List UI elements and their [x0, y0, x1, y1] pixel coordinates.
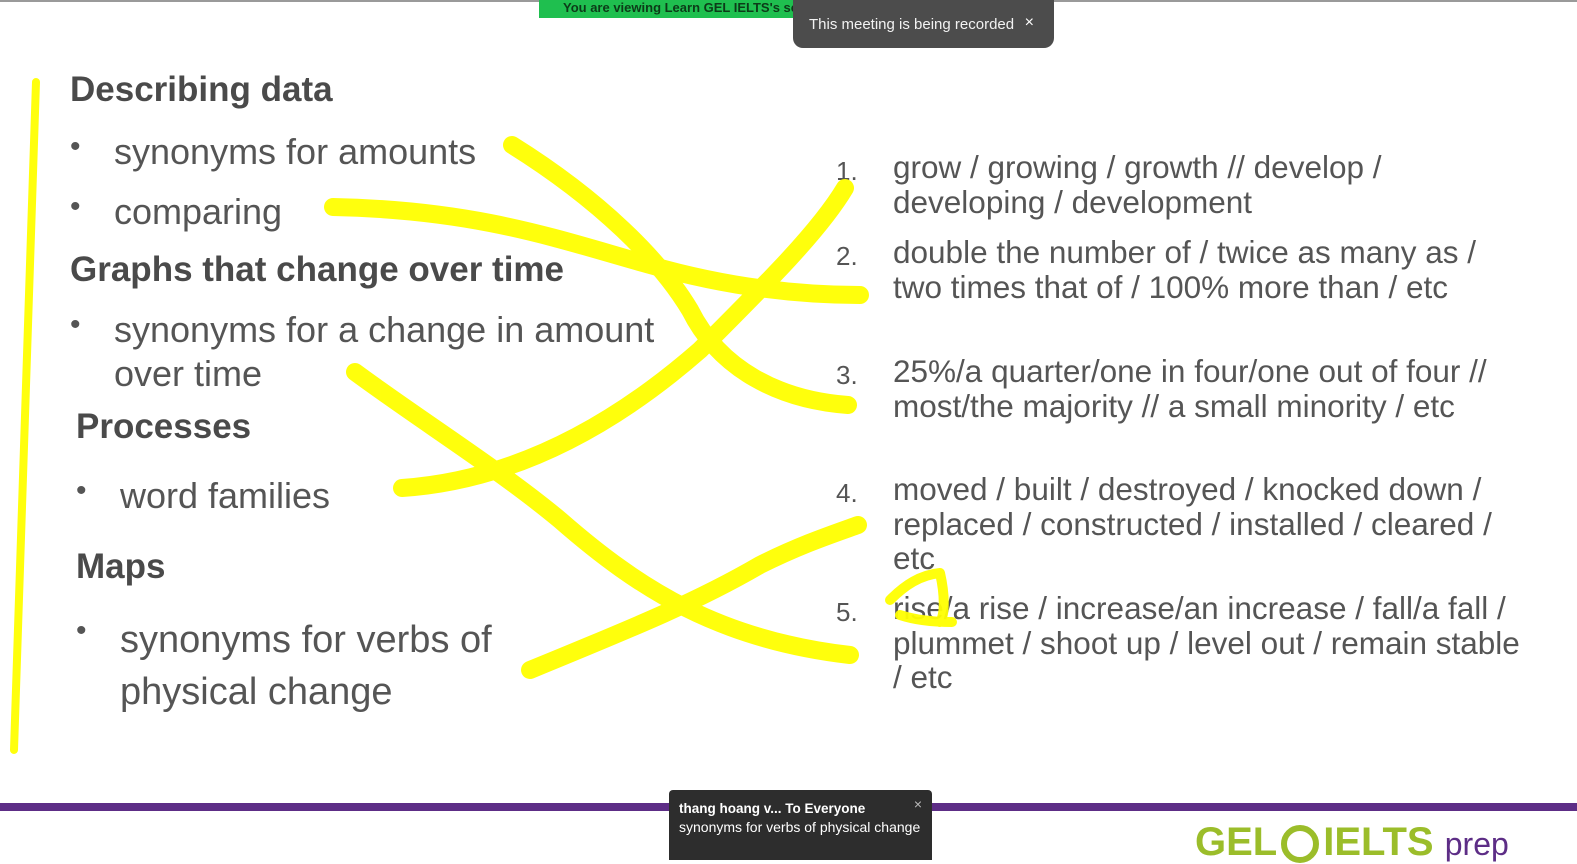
recording-notification: This meeting is being recorded × [793, 0, 1054, 48]
bullet-text-line2: physical change [120, 671, 393, 713]
item-text: moved / built / destroyed / knocked down… [893, 471, 1492, 576]
gel-ielts-logo: GEL IELTS prep [1195, 822, 1509, 864]
item-number: 3. [836, 360, 858, 390]
recording-text: This meeting is being recorded [809, 15, 1015, 33]
item-text: rise/a rise / increase/an increase / fal… [893, 590, 1520, 695]
chat-message: synonyms for verbs of physical change [679, 819, 921, 835]
item-number: 2. [836, 241, 858, 271]
bullet-dot: • [76, 474, 87, 507]
item-number: 5. [836, 597, 858, 627]
heading-maps: Maps [76, 547, 166, 586]
item-number: 1. [836, 156, 858, 186]
logo-gel: GEL [1195, 820, 1278, 864]
bullet-text: synonyms for amounts [114, 131, 477, 172]
logo-ielts: IELTS [1323, 820, 1434, 864]
bullet-dot: • [76, 614, 87, 647]
chat-sender: thang hoang v... To Everyone [679, 801, 866, 816]
annotation-vertical-bracket [10, 78, 40, 754]
close-icon[interactable]: × [1025, 14, 1034, 32]
logo-ring-icon [1281, 825, 1320, 864]
screen-share-banner[interactable]: You are viewing Learn GEL IELTS's sc [539, 0, 801, 18]
close-icon[interactable]: × [914, 795, 922, 813]
item-text: grow / growing / growth // develop / dev… [893, 149, 1382, 220]
chat-notification[interactable]: × thang hoang v... To Everyone synonyms … [669, 790, 932, 860]
bullet-dot: • [70, 190, 81, 223]
bullet-text: comparing [114, 191, 283, 232]
logo-prep: prep [1444, 826, 1509, 862]
bullet-text: synonyms for verbs of [120, 619, 492, 661]
item-text: double the number of / twice as many as … [893, 234, 1477, 305]
bullet-dot: • [70, 308, 81, 341]
heading-processes: Processes [76, 407, 252, 446]
annotation-verbs-to-4 [521, 516, 867, 679]
bullet-text: word families [120, 475, 331, 516]
heading-describing-data: Describing data [70, 70, 333, 109]
bullet-text: synonyms for a change in amount [114, 309, 655, 350]
item-number: 4. [836, 478, 858, 508]
bullet-text-line2: over time [114, 353, 263, 394]
item-text: 25%/a quarter/one in four/one out of fou… [893, 353, 1487, 424]
shared-slide: Describing data • synonyms for amounts •… [0, 0, 1577, 864]
bullet-dot: • [70, 130, 81, 163]
heading-graphs-change: Graphs that change over time [70, 250, 565, 289]
annotation-change-to-5 [346, 363, 859, 664]
